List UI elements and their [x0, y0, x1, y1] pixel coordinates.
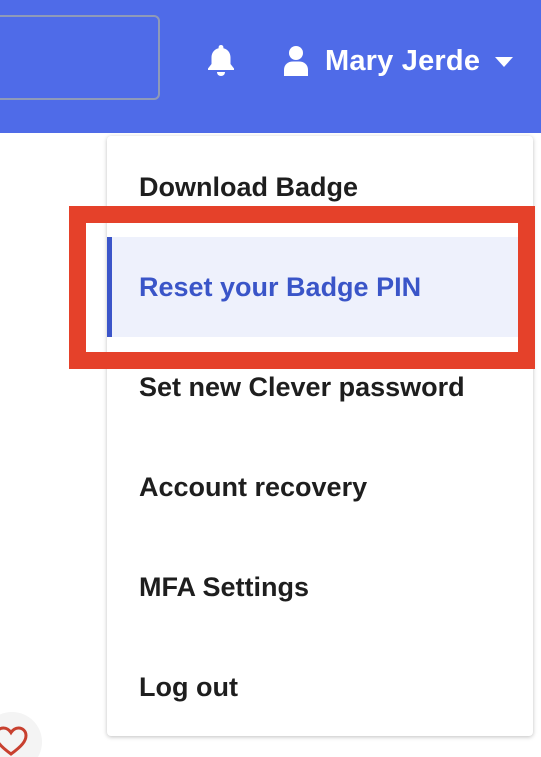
caret-down-icon[interactable] [494, 55, 514, 67]
menu-item-reset-badge-pin[interactable]: Reset your Badge PIN [107, 237, 533, 337]
user-menu-toggle[interactable]: Mary Jerde [283, 43, 514, 79]
search-input[interactable] [0, 15, 160, 100]
menu-item-label: Log out [139, 671, 238, 702]
favorite-button[interactable] [0, 712, 42, 757]
menu-item-label: Set new Clever password [139, 371, 465, 402]
menu-item-label: MFA Settings [139, 571, 310, 602]
bell-icon[interactable] [205, 43, 237, 77]
menu-item-label: Download Badge [139, 171, 359, 202]
page: Mary Jerde Download Badge Reset your Bad… [0, 0, 541, 757]
menu-item-mfa-settings[interactable]: MFA Settings [107, 537, 533, 637]
heart-icon [0, 724, 28, 757]
user-dropdown-menu: Download Badge Reset your Badge PIN Set … [107, 136, 533, 736]
top-navigation-bar: Mary Jerde [0, 0, 541, 133]
user-icon [283, 45, 309, 77]
menu-item-download-badge[interactable]: Download Badge [107, 137, 533, 237]
menu-item-account-recovery[interactable]: Account recovery [107, 437, 533, 537]
menu-item-label: Reset your Badge PIN [139, 271, 422, 302]
user-name[interactable]: Mary Jerde [325, 45, 480, 78]
menu-item-log-out[interactable]: Log out [107, 637, 533, 737]
menu-item-label: Account recovery [139, 471, 368, 502]
menu-item-set-clever-password[interactable]: Set new Clever password [107, 337, 533, 437]
